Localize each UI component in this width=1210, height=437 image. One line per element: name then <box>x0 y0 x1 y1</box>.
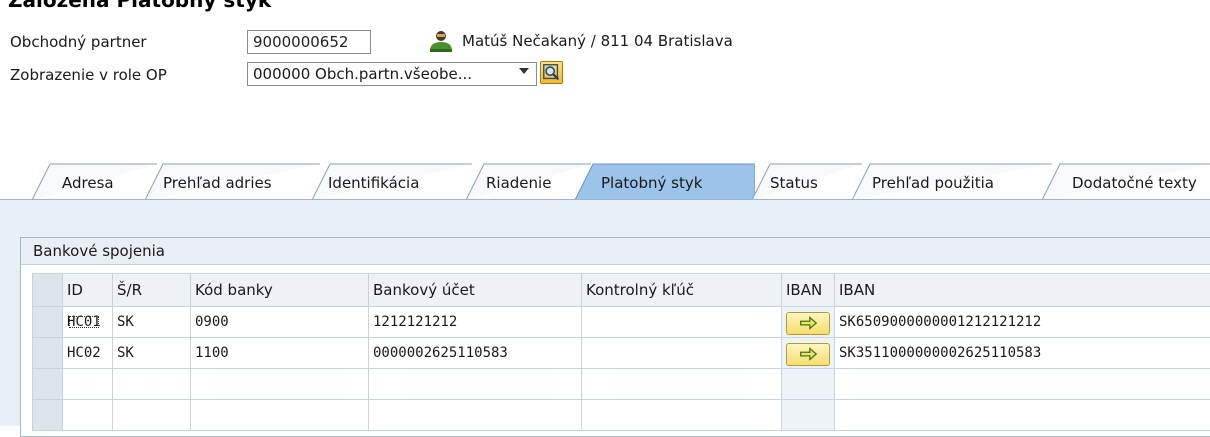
cell-bank-code[interactable]: 1100 <box>191 338 369 369</box>
page-title: Založená Platobný styk <box>8 0 271 12</box>
cell-account[interactable] <box>369 369 582 400</box>
arrow-right-icon <box>787 344 829 365</box>
select-all-cell[interactable] <box>33 274 63 307</box>
table-header: ID Š/R Kód banky Bankový účet Kontrolný … <box>33 274 1210 307</box>
role-label: Zobrazenie v role OP <box>10 66 167 84</box>
role-dropdown[interactable]: 000000 Obch.partn.všeobe... <box>247 62 537 86</box>
cell-bank-code[interactable] <box>191 369 369 400</box>
iban-button[interactable] <box>786 343 830 366</box>
chevron-down-icon[interactable] <box>519 68 529 74</box>
tab-prehlad-adries[interactable]: Prehľad adries <box>145 163 320 201</box>
cell-account[interactable]: 1212121212 <box>369 307 582 338</box>
cell-bank-code[interactable]: 0900 <box>191 307 369 338</box>
tab-label: Riadenie <box>486 174 551 192</box>
tab-label: Status <box>770 174 818 192</box>
column-header-country[interactable]: Š/R <box>113 274 191 307</box>
cell-control-key[interactable] <box>582 338 782 369</box>
cell-country[interactable] <box>113 369 191 400</box>
tab-prehlad-pouzitia[interactable]: Prehľad použitia <box>852 163 1052 201</box>
iban-button[interactable] <box>786 312 830 335</box>
cell-id[interactable]: HC01 <box>63 307 113 338</box>
tab-riadenie[interactable]: Riadenie <box>466 163 591 201</box>
table-row[interactable]: HC01 SK 0900 1212121212 SK65090000000012… <box>33 307 1210 338</box>
cell-account[interactable]: 0000002625110583 <box>369 338 582 369</box>
arrow-right-icon <box>787 313 829 334</box>
magnifier-icon <box>541 62 562 83</box>
tab-adresa[interactable]: Adresa <box>32 163 157 201</box>
tab-dodatocne-texty[interactable]: Dodatočné texty <box>1042 163 1210 201</box>
business-partner-label: Obchodný partner <box>10 33 147 51</box>
tab-label: Identifikácia <box>328 174 419 192</box>
cell-iban-button <box>782 369 835 400</box>
cell-iban-button <box>782 307 835 338</box>
person-icon <box>428 30 454 52</box>
cell-id[interactable]: HC02 <box>63 338 113 369</box>
cell-iban-button <box>782 338 835 369</box>
business-partner-field[interactable]: 9000000652 <box>247 30 371 54</box>
column-header-iban-button[interactable]: IBAN <box>782 274 835 307</box>
tab-platobny-styk[interactable]: Platobný styk <box>575 163 755 201</box>
cell-control-key[interactable] <box>582 369 782 400</box>
table-row[interactable]: HC02 SK 1100 0000002625110583 SK35110000… <box>33 338 1210 369</box>
cell-country[interactable]: SK <box>113 307 191 338</box>
column-header-bank-code[interactable]: Kód banky <box>191 274 369 307</box>
bank-table: ID Š/R Kód banky Bankový účet Kontrolný … <box>32 273 1210 431</box>
row-selector[interactable] <box>33 307 63 338</box>
tab-strip: Adresa Prehľad adries Identifikácia Riad… <box>0 163 1210 201</box>
tab-status[interactable]: Status <box>752 163 862 201</box>
tab-label: Prehľad použitia <box>872 174 994 192</box>
cell-id[interactable] <box>63 369 113 400</box>
group-title: Bankové spojenia <box>21 238 1210 265</box>
column-header-id[interactable]: ID <box>63 274 113 307</box>
cell-country[interactable]: SK <box>113 338 191 369</box>
tab-label: Prehľad adries <box>163 174 272 192</box>
cell-id-value: HC01 <box>67 314 101 330</box>
cell-iban[interactable] <box>835 369 1210 400</box>
column-header-iban[interactable]: IBAN <box>835 274 1210 307</box>
search-button[interactable] <box>540 61 563 84</box>
partner-name: Matúš Nečakaný / 811 04 Bratislava <box>462 32 733 50</box>
cell-iban[interactable]: SK3511000000002625110583 <box>835 338 1210 369</box>
cell-control-key[interactable] <box>582 307 782 338</box>
row-selector[interactable] <box>33 369 63 400</box>
table-row[interactable] <box>33 369 1210 400</box>
tab-label: Adresa <box>62 174 114 192</box>
tab-label: Platobný styk <box>601 174 702 192</box>
column-header-control-key[interactable]: Kontrolný kľúč <box>582 274 782 307</box>
row-selector[interactable] <box>33 338 63 369</box>
tab-identifikacia[interactable]: Identifikácia <box>312 163 472 201</box>
cell-iban[interactable]: SK6509000000001212121212 <box>835 307 1210 338</box>
tab-label: Dodatočné texty <box>1072 174 1197 192</box>
column-header-account[interactable]: Bankový účet <box>369 274 582 307</box>
